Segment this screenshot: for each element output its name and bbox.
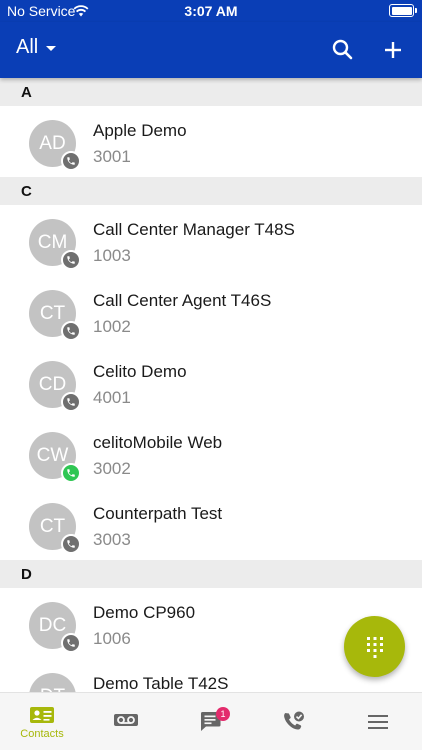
contact-name: Call Center Manager T48S <box>93 220 295 239</box>
contact-name: Apple Demo <box>93 121 187 140</box>
add-icon <box>385 42 401 58</box>
contact-number: 1002 <box>93 317 131 336</box>
contact-name: Demo CP960 <box>93 603 196 622</box>
status-bar: No Service 3:07 AM <box>0 0 422 22</box>
tab-messages[interactable]: 1 <box>168 693 252 750</box>
contact-row[interactable]: CW celitoMobile Web 3002 <box>0 418 422 489</box>
dialpad-button[interactable] <box>344 616 405 677</box>
contact-row[interactable]: CD Celito Demo 4001 <box>0 347 422 418</box>
phone-icon <box>67 398 75 406</box>
phone-icon <box>67 256 75 264</box>
avatar: DT <box>29 673 76 692</box>
clock-text: 3:07 AM <box>184 3 238 19</box>
search-button[interactable] <box>330 37 356 63</box>
add-contact-button[interactable] <box>380 37 406 63</box>
contact-row[interactable]: CT Counterpath Test 3003 <box>0 489 422 560</box>
presence-badge <box>61 250 81 270</box>
battery-icon <box>389 4 417 17</box>
contact-row[interactable]: AD Apple Demo 3001 <box>0 106 422 177</box>
presence-badge <box>61 633 81 653</box>
phone-icon <box>67 157 75 165</box>
contact-name: Counterpath Test <box>93 504 223 523</box>
contact-number: 1003 <box>93 246 131 265</box>
voicemail-icon <box>114 714 138 726</box>
contact-name: Celito Demo <box>93 362 187 381</box>
dropdown-caret-icon <box>46 46 57 51</box>
tab-menu[interactable] <box>336 693 420 750</box>
search-icon <box>332 39 353 60</box>
tab-contacts-label: Contacts <box>20 728 64 740</box>
contact-row[interactable]: CM Call Center Manager T48S 1003 <box>0 205 422 276</box>
contact-row[interactable]: CT Call Center Agent T46S 1002 <box>0 276 422 347</box>
phone-icon <box>67 327 75 335</box>
bottom-navigation: Contacts 1 <box>0 692 422 750</box>
phone-icon <box>67 540 75 548</box>
contact-name: Demo Table T42S <box>93 674 229 692</box>
call-history-icon <box>284 711 304 730</box>
presence-badge <box>61 392 81 412</box>
presence-badge <box>61 463 81 483</box>
app-bar: All <box>0 22 422 78</box>
phone-icon <box>67 639 75 647</box>
filter-label: All <box>16 36 39 58</box>
unread-messages-badge: 1 <box>216 707 230 721</box>
section-header-a: A <box>0 78 422 106</box>
contact-number: 3003 <box>93 530 131 549</box>
tab-contacts[interactable]: Contacts <box>0 693 84 750</box>
tab-call-history[interactable] <box>252 693 336 750</box>
section-header-c: C <box>0 177 422 205</box>
tab-voicemail[interactable] <box>84 693 168 750</box>
menu-icon <box>368 715 388 729</box>
dialpad-icon <box>366 636 383 658</box>
contact-name: Call Center Agent T46S <box>93 291 272 310</box>
contact-filter-dropdown[interactable]: All <box>16 36 57 59</box>
presence-badge <box>61 151 81 171</box>
contacts-card-icon <box>30 707 54 723</box>
phone-icon <box>67 469 75 477</box>
contact-name: celitoMobile Web <box>93 433 223 452</box>
presence-badge <box>61 321 81 341</box>
contact-list[interactable]: A AD Apple Demo 3001 C CM Call Center Manager … <box>0 78 422 692</box>
contact-number: 3001 <box>93 147 131 166</box>
contact-number: 3002 <box>93 459 131 478</box>
contact-number: 1006 <box>93 629 131 648</box>
contact-number: 4001 <box>93 388 131 407</box>
presence-badge <box>61 534 81 554</box>
section-header-d: D <box>0 560 422 588</box>
